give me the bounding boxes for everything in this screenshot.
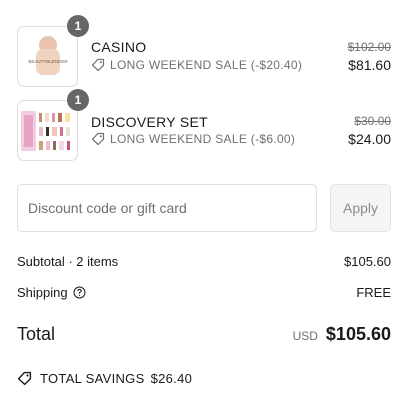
total-value: $105.60	[325, 324, 391, 344]
tag-icon	[91, 58, 105, 72]
shipping-value: FREE	[356, 285, 391, 300]
subtotal-row: Subtotal · 2 items $105.60	[17, 254, 391, 269]
discount-label: LONG WEEKEND SALE (-$6.00)	[110, 132, 296, 146]
quantity-badge: 1	[67, 89, 89, 111]
product-image-discovery-set	[21, 111, 70, 151]
total-label: Total	[17, 324, 56, 344]
line-item: BEAUTYBLENDER 1 CASINO LONG WEEKEND SALE…	[17, 15, 391, 88]
total-row: Total USD $105.60	[17, 324, 391, 345]
product-name: CASINO	[91, 39, 147, 55]
line-item: 1 DISCOVERY SET LONG WEEKEND SALE (-$6.0…	[17, 89, 391, 162]
quantity-badge: 1	[67, 15, 89, 37]
product-thumbnail: 1	[17, 89, 89, 161]
thumbnail-brand-text: BEAUTYBLENDER	[28, 59, 68, 64]
savings-value: $26.40	[150, 371, 193, 386]
discount-tag: LONG WEEKEND SALE (-$20.40)	[91, 58, 302, 72]
sale-price: $81.60	[348, 57, 391, 73]
apply-button[interactable]: Apply	[330, 184, 391, 232]
product-image-casino: BEAUTYBLENDER	[28, 36, 68, 75]
original-price: $30.00	[354, 114, 391, 128]
subtotal-label: Subtotal · 2 items	[17, 254, 119, 269]
savings-label: TOTAL SAVINGS	[40, 371, 145, 386]
help-icon[interactable]	[73, 286, 86, 299]
sale-price: $24.00	[348, 131, 391, 147]
discount-code-input[interactable]	[17, 184, 317, 232]
discount-label: LONG WEEKEND SALE (-$20.40)	[110, 58, 303, 72]
tag-icon	[91, 132, 105, 146]
tag-icon	[17, 371, 32, 386]
currency-code: USD	[292, 329, 318, 343]
discount-tag: LONG WEEKEND SALE (-$6.00)	[91, 132, 295, 146]
product-thumbnail: BEAUTYBLENDER 1	[17, 15, 89, 87]
shipping-label: Shipping	[17, 285, 68, 300]
original-price: $102.00	[347, 40, 391, 54]
product-name: DISCOVERY SET	[91, 114, 208, 130]
subtotal-value: $105.60	[344, 254, 391, 269]
shipping-row: Shipping FREE	[17, 285, 391, 300]
total-savings: TOTAL SAVINGS $26.40	[17, 371, 192, 386]
